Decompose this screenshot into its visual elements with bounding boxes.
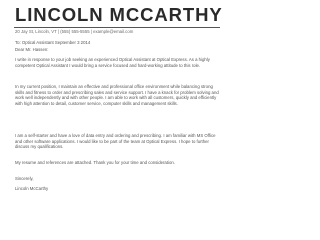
paragraph-closing: My resume and references are attached. T… (15, 160, 175, 165)
salutation: Dear Mr. Hassen: (15, 47, 49, 52)
paragraph-experience: In my current position, I maintain an ef… (15, 84, 219, 106)
signature: Lincoln McCarthy (15, 186, 49, 191)
recipient-line: To: Optical Assistant September 3 2014 (15, 40, 91, 45)
cover-letter-page: LINCOLN MCCARTHY 20 Jay St, Lincoln, VT … (0, 0, 234, 216)
applicant-name: LINCOLN MCCARTHY (15, 4, 223, 25)
header-divider (14, 27, 220, 28)
contact-line: 20 Jay St, Lincoln, VT | (555) 555-5555 … (15, 29, 134, 34)
closing: Sincerely, (15, 176, 34, 181)
paragraph-intro: I write in response to your job seeking … (15, 57, 210, 68)
paragraph-skills: I am a self-starter and have a love of d… (15, 133, 216, 150)
